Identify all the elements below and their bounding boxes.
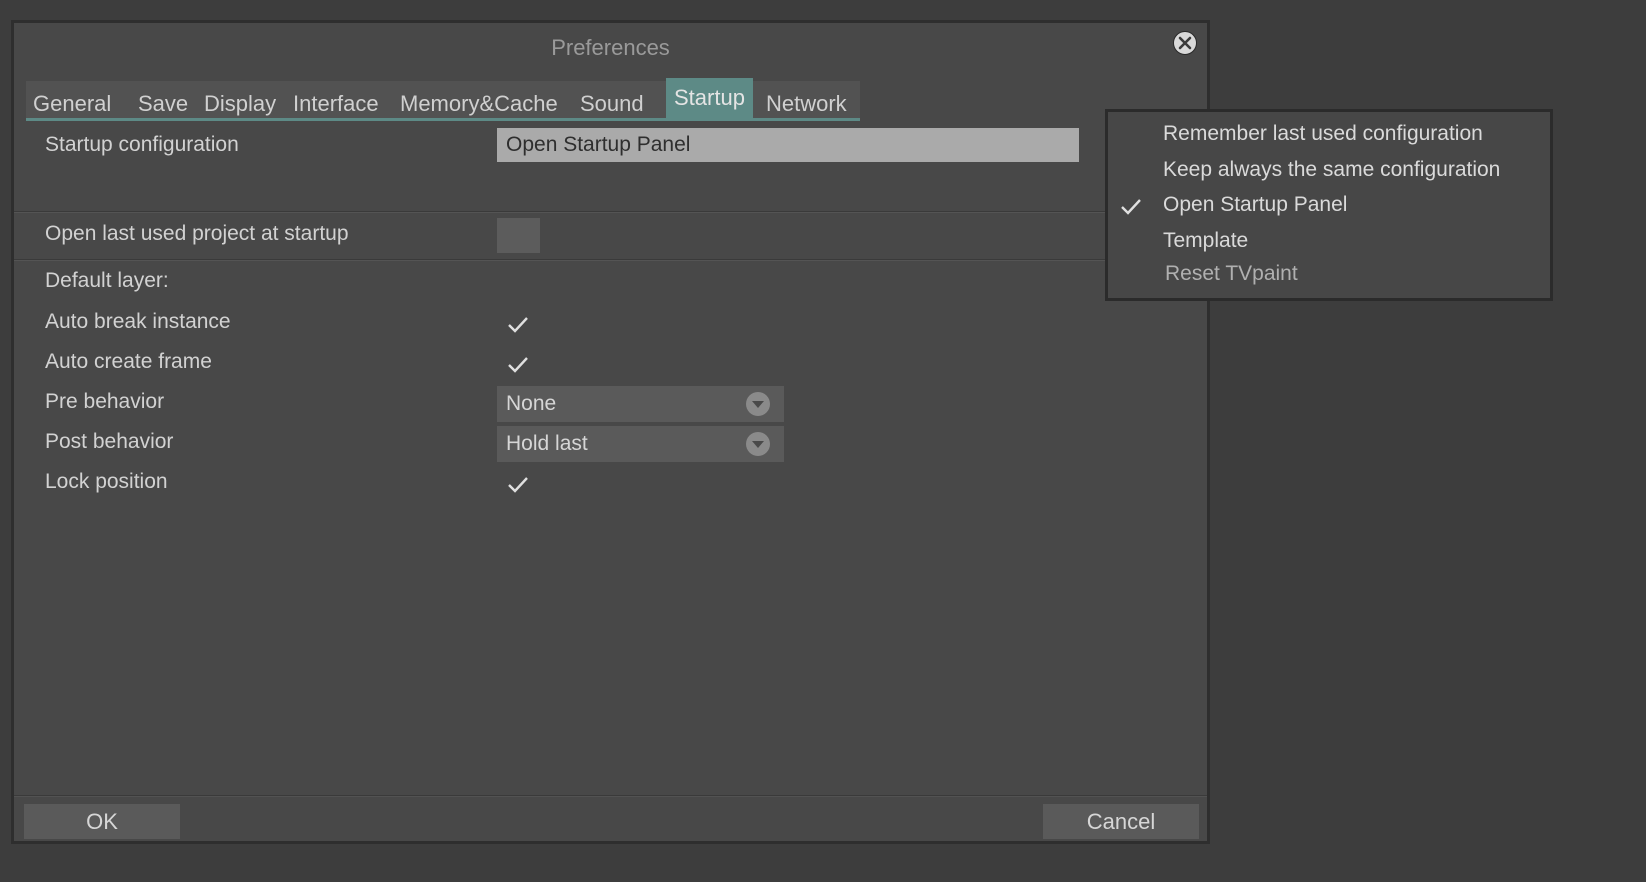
menu-item-reset-tvpaint[interactable]: Reset TVpaint <box>1165 262 1298 286</box>
post-behavior-label: Post behavior <box>45 430 174 453</box>
default-layer-heading: Default layer: <box>45 269 169 292</box>
menu-item-open-startup-panel[interactable]: Open Startup Panel <box>1163 193 1347 217</box>
post-behavior-value: Hold last <box>506 432 588 455</box>
divider <box>14 259 1207 261</box>
dialog-title: Preferences <box>551 35 670 60</box>
tab-interface[interactable]: Interface <box>293 81 379 118</box>
startup-configuration-menu: Remember last used configuration Keep al… <box>1105 109 1553 301</box>
footer-divider <box>14 795 1207 797</box>
open-last-project-label: Open last used project at startup <box>45 222 349 245</box>
startup-configuration-dropdown[interactable]: Open Startup Panel <box>497 128 1079 162</box>
menu-item-template[interactable]: Template <box>1163 229 1248 253</box>
menu-item-remember-last[interactable]: Remember last used configuration <box>1163 122 1483 146</box>
auto-break-instance-checkbox[interactable] <box>506 315 530 335</box>
cancel-button[interactable]: Cancel <box>1043 804 1199 839</box>
post-behavior-select[interactable]: Hold last <box>497 426 784 462</box>
tab-general[interactable]: General <box>33 81 111 118</box>
checkmark-icon <box>1121 199 1141 215</box>
pre-behavior-value: None <box>506 392 557 415</box>
auto-create-frame-checkbox[interactable] <box>506 355 530 375</box>
startup-configuration-label: Startup configuration <box>45 133 239 156</box>
tab-memory-cache[interactable]: Memory&Cache <box>400 81 558 118</box>
lock-position-checkbox[interactable] <box>506 475 530 495</box>
pre-behavior-label: Pre behavior <box>45 390 165 413</box>
tab-sound[interactable]: Sound <box>580 81 644 118</box>
tab-network[interactable]: Network <box>766 81 847 118</box>
menu-item-keep-same[interactable]: Keep always the same configuration <box>1163 158 1500 182</box>
tab-bar: General Save Display Interface Memory&Ca… <box>26 78 860 121</box>
tab-save[interactable]: Save <box>138 81 188 118</box>
close-circle-icon <box>1178 36 1192 50</box>
open-last-project-checkbox[interactable] <box>497 218 540 253</box>
close-button[interactable] <box>1173 31 1197 55</box>
divider <box>14 211 1207 213</box>
chevron-down-circle-icon <box>746 432 770 456</box>
pre-behavior-select[interactable]: None <box>497 386 784 422</box>
chevron-down-circle-icon <box>746 392 770 416</box>
ok-button[interactable]: OK <box>24 804 180 839</box>
desktop: Preferences General Save Display Interfa… <box>0 0 1646 882</box>
tab-startup[interactable]: Startup <box>666 78 753 118</box>
tab-display[interactable]: Display <box>204 81 276 118</box>
auto-create-frame-label: Auto create frame <box>45 350 212 373</box>
preferences-dialog: Preferences General Save Display Interfa… <box>11 20 1210 844</box>
auto-break-instance-label: Auto break instance <box>45 310 231 333</box>
lock-position-label: Lock position <box>45 470 168 493</box>
